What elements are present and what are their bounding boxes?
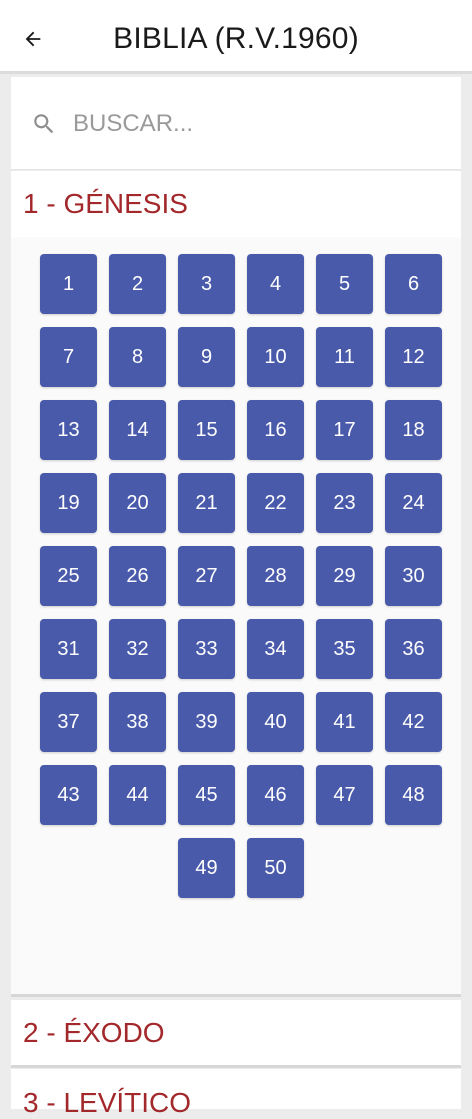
chapter-button[interactable]: 11	[316, 327, 373, 387]
chapter-button[interactable]: 18	[385, 400, 442, 460]
chapter-button[interactable]: 37	[40, 692, 97, 752]
chapter-button[interactable]: 17	[316, 400, 373, 460]
chapter-button[interactable]: 9	[178, 327, 235, 387]
chapter-button[interactable]: 2	[109, 254, 166, 314]
book-genesis: 1 - GÉNESIS 1 2 3 4 5 6 7 8 9 10 11 12 13 14 15 16 17 18 1…	[11, 171, 461, 997]
search-bar	[11, 77, 461, 170]
chapter-button[interactable]: 28	[247, 546, 304, 606]
chapter-button[interactable]: 21	[178, 473, 235, 533]
chapter-button[interactable]: 39	[178, 692, 235, 752]
chapter-button[interactable]: 43	[40, 765, 97, 825]
chapter-grid-area: 1 2 3 4 5 6 7 8 9 10 11 12 13 14 15 16 17 18 19 20 21 22 23 24 2…	[11, 237, 461, 994]
content: 1 - GÉNESIS 1234567891011121314151617181…	[11, 77, 461, 1118]
book-exodo[interactable]: 2 - ÉXODO	[11, 1000, 461, 1068]
chapter-button[interactable]: 3	[178, 254, 235, 314]
chapter-button[interactable]: 46	[247, 765, 304, 825]
chapter-button[interactable]: 25	[40, 546, 97, 606]
chapter-button[interactable]: 16	[247, 400, 304, 460]
app-bar: BIBLIA (R.V.1960)	[0, 0, 472, 74]
book-header-genesis[interactable]: 1 - GÉNESIS	[11, 171, 461, 237]
chapter-button[interactable]: 33	[178, 619, 235, 679]
book-levitico[interactable]: 3 - LEVÍTICO	[11, 1069, 461, 1118]
chapter-button[interactable]: 27	[178, 546, 235, 606]
chapter-button[interactable]: 15	[178, 400, 235, 460]
chapter-button[interactable]: 19	[40, 473, 97, 533]
chapter-button[interactable]: 5	[316, 254, 373, 314]
chapter-button[interactable]: 26	[109, 546, 166, 606]
chapter-button[interactable]: 44	[109, 765, 166, 825]
chapter-button[interactable]: 1	[40, 254, 97, 314]
chapter-button[interactable]: 48	[385, 765, 442, 825]
chapter-button[interactable]: 31	[40, 619, 97, 679]
chapter-button[interactable]: 32	[109, 619, 166, 679]
chapter-button[interactable]: 30	[385, 546, 442, 606]
chapter-button[interactable]: 23	[316, 473, 373, 533]
chapter-button[interactable]: 38	[109, 692, 166, 752]
chapter-button[interactable]: 4	[247, 254, 304, 314]
chapter-grid: 1 2 3 4 5 6 7 8 9 10 11 12 13 14 15 16 17 18 19 20 21 22 23 24 2…	[34, 254, 448, 898]
chapter-button[interactable]: 35	[316, 619, 373, 679]
chapter-button[interactable]: 12	[385, 327, 442, 387]
chapter-button[interactable]: 10	[247, 327, 304, 387]
chapter-button[interactable]: 6	[385, 254, 442, 314]
chapter-button[interactable]: 49	[178, 838, 235, 898]
book-header-exodo[interactable]: 2 - ÉXODO	[11, 1000, 461, 1066]
chapter-button[interactable]: 45	[178, 765, 235, 825]
chapter-button[interactable]: 8	[109, 327, 166, 387]
book-header-levitico[interactable]: 3 - LEVÍTICO	[11, 1069, 461, 1118]
search-input[interactable]	[73, 101, 433, 147]
chapter-button[interactable]: 24	[385, 473, 442, 533]
chapter-button[interactable]: 50	[247, 838, 304, 898]
chapter-button[interactable]: 20	[109, 473, 166, 533]
chapter-button[interactable]: 13	[40, 400, 97, 460]
chapter-button[interactable]: 34	[247, 619, 304, 679]
chapter-button[interactable]: 42	[385, 692, 442, 752]
page-title: BIBLIA (R.V.1960)	[113, 22, 359, 55]
chapter-button[interactable]: 47	[316, 765, 373, 825]
chapter-button[interactable]: 29	[316, 546, 373, 606]
search-icon	[34, 114, 54, 134]
chapter-button[interactable]: 40	[247, 692, 304, 752]
chapter-button[interactable]: 41	[316, 692, 373, 752]
chapter-button[interactable]: 7	[40, 327, 97, 387]
chapter-button[interactable]: 14	[109, 400, 166, 460]
chapter-button[interactable]: 22	[247, 473, 304, 533]
chapter-button[interactable]: 36	[385, 619, 442, 679]
